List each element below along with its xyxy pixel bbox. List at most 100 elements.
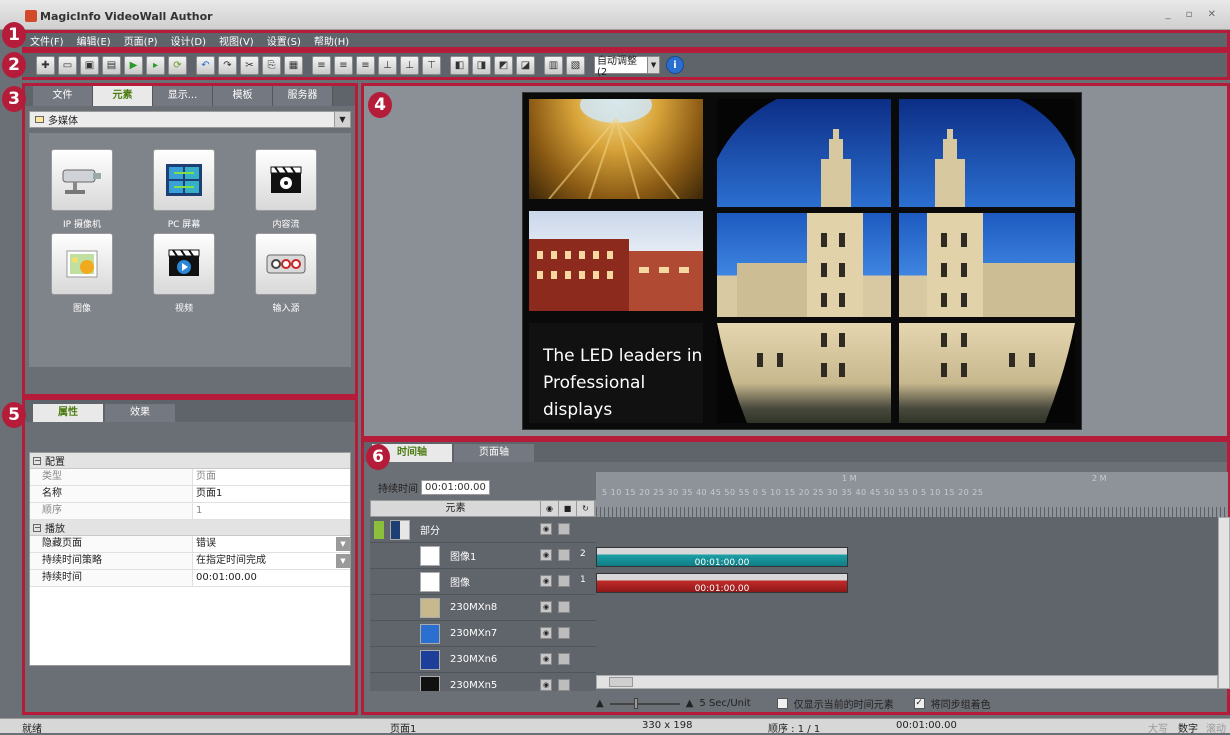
menu-settings[interactable]: 设置(S) <box>267 33 301 48</box>
redo-icon[interactable]: ↷ <box>218 55 237 75</box>
lock-icon[interactable] <box>558 575 570 587</box>
tab-template[interactable]: 模板 <box>213 86 273 106</box>
screen-230MXn1[interactable] <box>717 99 891 207</box>
chevron-down-icon[interactable]: ▼ <box>336 537 350 551</box>
send-back-icon[interactable]: ◪ <box>516 55 535 75</box>
tab-page-axis[interactable]: 页面轴 <box>454 444 534 462</box>
zoom-select[interactable]: 自动调整(2 ▼ <box>594 56 660 78</box>
menu-page[interactable]: 页面(P) <box>124 33 158 48</box>
align-bottom-icon[interactable]: ⊤ <box>422 55 441 75</box>
property-row[interactable]: 持续时间 00:01:00.00 <box>30 570 350 587</box>
timeline-track-area[interactable]: 00:01:00.00 00:01:00.00 <box>596 517 1218 675</box>
align-middle-icon[interactable]: ⊥ <box>400 55 419 75</box>
tab-server[interactable]: 服务器 <box>273 86 333 106</box>
lock-icon[interactable] <box>558 653 570 665</box>
text-element[interactable]: The LED leaders in Professional displays <box>529 323 703 423</box>
send-backward-icon[interactable]: ◩ <box>494 55 513 75</box>
chevron-down-icon[interactable]: ▼ <box>336 554 350 568</box>
paste-icon[interactable]: ▦ <box>284 55 303 75</box>
screen-230MXn6[interactable] <box>899 323 1075 423</box>
save-as-icon[interactable]: ▤ <box>102 55 121 75</box>
eye-icon[interactable]: ◉ <box>540 601 552 613</box>
menu-edit[interactable]: 编辑(E) <box>77 33 111 48</box>
eye-icon[interactable]: ◉ <box>540 523 552 535</box>
zoom-in-icon[interactable]: ▲ <box>686 698 694 709</box>
media-item-pc-screen[interactable]: PC 屏幕 <box>153 149 215 230</box>
screen-230MXn4[interactable] <box>899 213 1075 317</box>
table-row[interactable]: 230MXn5 ◉ <box>370 673 596 691</box>
eye-icon[interactable]: ◉ <box>540 549 552 561</box>
eye-icon[interactable]: ◉ <box>541 501 559 516</box>
align-top-icon[interactable]: ⊥ <box>378 55 397 75</box>
table-row[interactable]: 230MXn6 ◉ <box>370 647 596 673</box>
horizontal-scrollbar[interactable] <box>596 675 1218 689</box>
eye-icon[interactable]: ◉ <box>540 627 552 639</box>
dome-image[interactable] <box>529 99 703 199</box>
checkbox-color-sync[interactable]: ✓ <box>913 698 925 709</box>
bring-front-icon[interactable]: ◧ <box>450 55 469 75</box>
vertical-scrollbar[interactable] <box>1218 517 1230 689</box>
info-icon[interactable]: i <box>666 56 684 74</box>
property-row[interactable]: 持续时间策略 在指定时间完成 ▼ <box>30 553 350 570</box>
eye-icon[interactable]: ◉ <box>540 679 552 691</box>
group-play[interactable]: − 播放 <box>30 520 350 536</box>
screen-230MXn2[interactable] <box>899 99 1075 207</box>
tab-properties[interactable]: 属性 <box>33 404 103 422</box>
lock-icon[interactable] <box>558 601 570 613</box>
table-row[interactable]: 图像 ◉ 1 <box>370 569 596 595</box>
align-left-icon[interactable]: ≡ <box>312 55 331 75</box>
zoom-slider[interactable] <box>609 697 680 709</box>
eye-icon[interactable]: ◉ <box>540 575 552 587</box>
lock-icon[interactable] <box>558 679 570 691</box>
save-icon[interactable]: ▣ <box>80 55 99 75</box>
undo-icon[interactable]: ↶ <box>196 55 215 75</box>
media-item-ip-camera[interactable]: IP 摄像机 <box>51 149 113 230</box>
copy-icon[interactable]: ⎘ <box>262 55 281 75</box>
scroll-thumb[interactable] <box>609 677 633 687</box>
menu-help[interactable]: 帮助(H) <box>314 33 349 48</box>
open-folder-icon[interactable]: ▭ <box>58 55 77 75</box>
menu-file[interactable]: 文件(F) <box>30 33 64 48</box>
media-item-content-stream[interactable]: 内容流 <box>255 149 317 230</box>
play-page-icon[interactable]: ▸ <box>146 55 165 75</box>
lock-icon[interactable] <box>558 549 570 561</box>
property-row[interactable]: 隐藏页面 错误 ▼ <box>30 536 350 553</box>
videowall-canvas[interactable]: The LED leaders in Professional displays <box>522 92 1082 430</box>
property-row[interactable]: 名称 页面1 <box>30 486 350 503</box>
expand-icon[interactable] <box>374 520 384 539</box>
lock-icon[interactable] <box>558 627 570 639</box>
bring-forward-icon[interactable]: ◨ <box>472 55 491 75</box>
eye-icon[interactable]: ◉ <box>540 653 552 665</box>
lock-icon[interactable] <box>558 523 570 535</box>
screen-230MXn3[interactable] <box>717 213 891 317</box>
play-icon[interactable]: ▶ <box>124 55 143 75</box>
cut-icon[interactable]: ✂ <box>240 55 259 75</box>
table-row[interactable]: 230MXn8 ◉ <box>370 595 596 621</box>
publish-icon[interactable]: ⟳ <box>168 55 187 75</box>
menu-view[interactable]: 视图(V) <box>219 33 254 48</box>
screen-230MXn5[interactable] <box>717 323 891 423</box>
media-item-image[interactable]: 图像 <box>51 233 113 314</box>
clip-bar-image[interactable]: 00:01:00.00 <box>596 573 848 594</box>
building-image[interactable] <box>529 211 703 311</box>
group-icon[interactable]: ▥ <box>544 55 563 75</box>
lock-icon[interactable]: ■ <box>559 501 577 516</box>
time-ruler[interactable]: 1 M 2 M 5 10 15 20 25 30 35 40 45 50 55 … <box>596 472 1228 517</box>
zoom-out-icon[interactable]: ▲ <box>596 698 604 709</box>
checkbox-current-only[interactable] <box>776 698 788 709</box>
duration-field[interactable]: 00:01:00.00 <box>421 480 490 495</box>
media-filter-select[interactable]: 多媒体 ▼ <box>29 111 351 128</box>
tab-display[interactable]: 显示... <box>153 86 213 106</box>
table-row[interactable]: 部分 ◉ <box>370 517 596 543</box>
group-config[interactable]: − 配置 <box>30 453 350 469</box>
tab-effects[interactable]: 效果 <box>105 404 175 422</box>
tab-file[interactable]: 文件 <box>33 86 93 106</box>
align-center-icon[interactable]: ≡ <box>334 55 353 75</box>
menu-design[interactable]: 设计(D) <box>171 33 207 48</box>
new-file-icon[interactable]: ✚ <box>36 55 55 75</box>
clip-bar-image1[interactable]: 00:01:00.00 <box>596 547 848 568</box>
table-row[interactable]: 230MXn7 ◉ <box>370 621 596 647</box>
table-row[interactable]: 图像1 ◉ 2 <box>370 543 596 569</box>
tab-elements[interactable]: 元素 <box>93 86 153 106</box>
window-controls[interactable]: _ ▫ ✕ <box>1165 9 1222 20</box>
